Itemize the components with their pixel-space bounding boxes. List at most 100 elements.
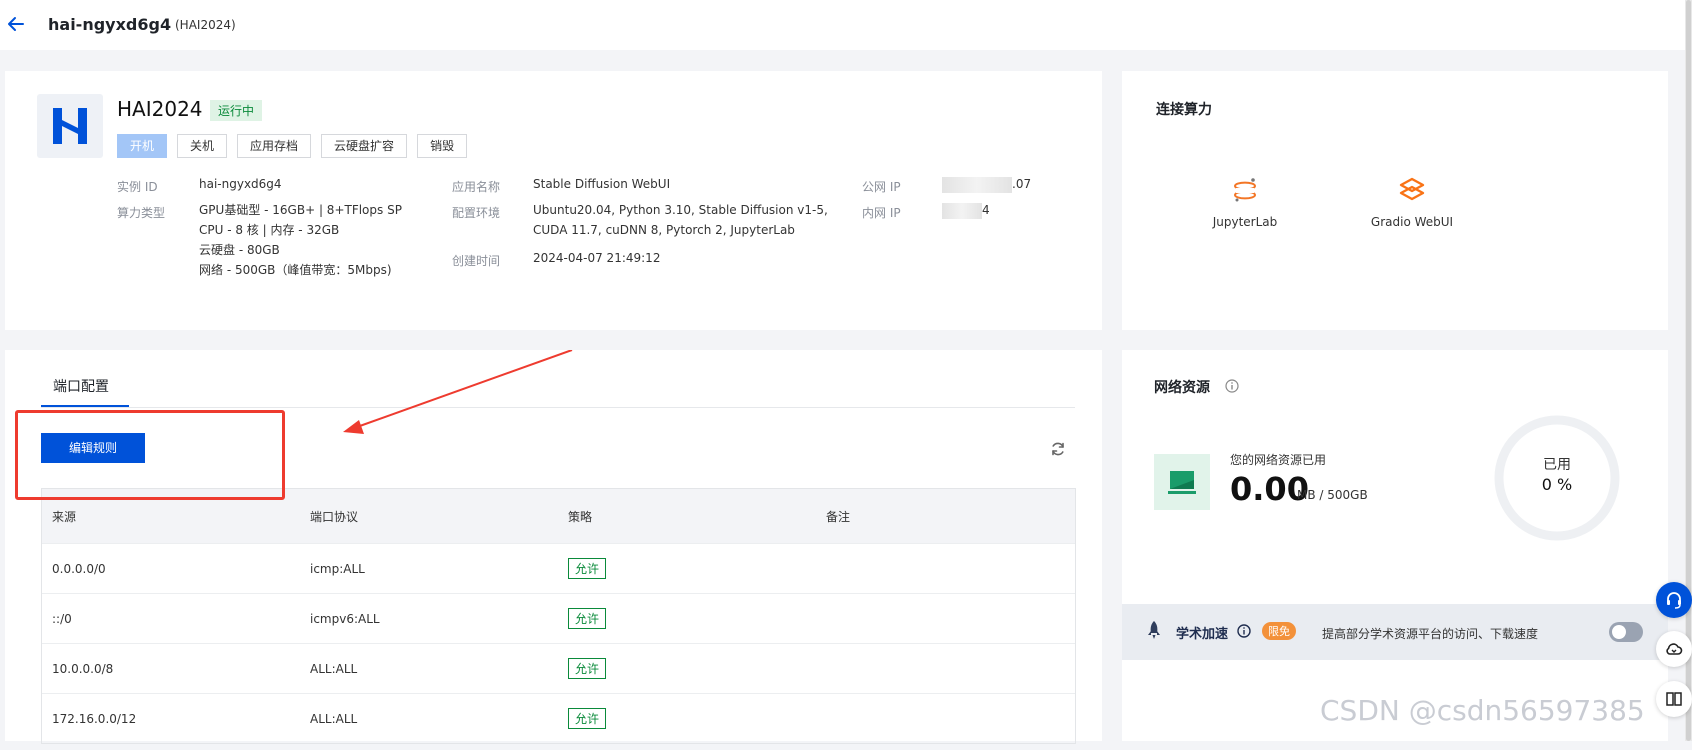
instance-id-value: hai-ngyxd6g4 — [199, 177, 282, 191]
env-line-1: Ubuntu20.04, Python 3.10, Stable Diffusi… — [533, 203, 828, 217]
row-protocol: ALL:ALL — [310, 661, 358, 676]
row-protocol: icmpv6:ALL — [310, 611, 380, 626]
compute-gpu: GPU基础型 - 16GB+ | 8+TFlops SP — [199, 203, 402, 217]
cloud-icon — [1666, 643, 1683, 655]
back-arrow-icon[interactable] — [6, 14, 26, 34]
network-title: 网络资源 — [1154, 380, 1210, 396]
env-label: 配置环境 — [452, 206, 501, 220]
env-values: Ubuntu20.04, Python 3.10, Stable Diffusi… — [533, 200, 828, 240]
private-ip-label: 内网 IP — [862, 206, 901, 220]
status-badge: 运行中 — [210, 100, 263, 121]
column-header-source: 来源 — [52, 509, 77, 524]
policy-allow-tag: 允许 — [568, 608, 607, 629]
rocket-icon — [1148, 621, 1160, 639]
toggle-knob — [1612, 625, 1626, 639]
public-ip-value: .07 — [942, 174, 1031, 194]
book-icon — [1666, 692, 1682, 706]
private-ip-tail: 4 — [982, 203, 990, 217]
app-archive-button[interactable]: 应用存档 — [237, 134, 312, 158]
power-on-button[interactable]: 开机 — [117, 134, 168, 158]
instance-logo — [37, 94, 103, 158]
instance-actions: 开机 关机 应用存档 云硬盘扩容 销毁 — [117, 134, 468, 158]
annotation-highlight-box — [15, 410, 285, 500]
feedback-button[interactable] — [1656, 681, 1692, 717]
table-row: 172.16.0.0/12 ALL:ALL 允许 — [42, 693, 1075, 743]
cloud-assistant-button[interactable] — [1656, 631, 1692, 667]
instance-id-label: 实例 ID — [117, 180, 158, 194]
gradio-webui-label: Gradio WebUI — [1370, 215, 1454, 229]
compute-type-values: GPU基础型 - 16GB+ | 8+TFlops SP CPU - 8 核 |… — [199, 200, 402, 280]
top-bar: hai-ngyxd6g4 (HAI2024) — [0, 0, 1692, 50]
jupyter-icon — [1234, 178, 1256, 202]
academic-acceleration-bar: 学术加速 限免 提高部分学术资源平台的访问、下载速度 — [1122, 604, 1668, 660]
usage-ring-value: 0 % — [1541, 475, 1573, 494]
policy-allow-tag: 允许 — [568, 658, 607, 679]
created-value: 2024-04-07 21:49:12 — [533, 251, 661, 265]
row-policy: 允许 — [558, 608, 816, 629]
row-source: ::/0 — [52, 611, 72, 626]
row-protocol: icmp:ALL — [310, 561, 365, 576]
instance-card: HAI2024 运行中 开机 关机 应用存档 云硬盘扩容 销毁 实例 ID ha… — [5, 71, 1102, 330]
connect-title: 连接算力 — [1156, 102, 1212, 118]
connect-card: 连接算力 JupyterLab Gradio WebUI — [1122, 71, 1668, 330]
destroy-button[interactable]: 销毁 — [417, 134, 468, 158]
vertical-scrollbar[interactable] — [1685, 0, 1692, 741]
policy-allow-tag: 允许 — [568, 558, 607, 579]
academic-acceleration-title: 学术加速 — [1176, 627, 1229, 642]
table-row: ::/0 icmpv6:ALL 允许 — [42, 593, 1075, 643]
headset-icon — [1667, 592, 1681, 609]
table-row: 10.0.0.0/8 ALL:ALL 允许 — [42, 643, 1075, 693]
compute-type-label: 算力类型 — [117, 206, 166, 220]
row-source: 10.0.0.0/8 — [52, 661, 114, 676]
public-ip-label: 公网 IP — [862, 180, 901, 194]
page-title: hai-ngyxd6g4 — [48, 15, 172, 34]
scrollbar-thumb[interactable] — [1686, 0, 1691, 741]
compute-disk: 云硬盘 - 80GB — [199, 243, 280, 257]
gradio-webui-entry[interactable]: Gradio WebUI — [1347, 176, 1477, 229]
refresh-icon[interactable] — [1050, 441, 1066, 457]
app-name-value: Stable Diffusion WebUI — [533, 177, 671, 191]
row-protocol: ALL:ALL — [310, 711, 358, 726]
redacted-ip-mask — [942, 202, 982, 219]
academic-acceleration-desc: 提高部分学术资源平台的访问、下载速度 — [1322, 627, 1539, 641]
row-policy: 允许 — [558, 558, 816, 579]
instance-name: HAI2024 — [117, 97, 203, 121]
column-header-protocol: 端口协议 — [310, 509, 359, 524]
jupyterlab-label: JupyterLab — [1212, 215, 1278, 229]
academic-acceleration-toggle[interactable] — [1609, 622, 1643, 642]
info-icon[interactable] — [1237, 624, 1251, 638]
row-policy: 允许 — [558, 708, 816, 729]
tab-port-config[interactable]: 端口配置 — [53, 376, 109, 396]
compute-cpu: CPU - 8 核 | 内存 - 32GB — [199, 223, 340, 237]
disk-expand-button[interactable]: 云硬盘扩容 — [321, 134, 408, 158]
tab-divider — [41, 407, 1075, 408]
network-used-label: 您的网络资源已用 — [1230, 453, 1327, 467]
page-subtitle: (HAI2024) — [175, 18, 236, 32]
policy-allow-tag: 允许 — [568, 708, 607, 729]
table-row: 0.0.0.0/0 icmp:ALL 允许 — [42, 543, 1075, 593]
power-off-button[interactable]: 关机 — [177, 134, 228, 158]
watermark: CSDN @csdn56597385 — [1320, 694, 1645, 727]
customer-service-button[interactable] — [1656, 582, 1692, 618]
row-policy: 允许 — [558, 658, 816, 679]
private-ip-value: 4 — [942, 200, 990, 220]
port-rules-table: 来源 端口协议 策略 备注 0.0.0.0/0 icmp:ALL 允许 ::/0… — [41, 488, 1076, 744]
row-source: 0.0.0.0/0 — [52, 561, 106, 576]
info-icon[interactable] — [1225, 379, 1239, 393]
created-label: 创建时间 — [452, 254, 501, 268]
column-header-note: 备注 — [826, 509, 851, 524]
compute-network: 网络 - 500GB（峰值带宽：5Mbps) — [199, 263, 392, 277]
row-source: 172.16.0.0/12 — [52, 711, 137, 726]
network-traffic-icon — [1154, 454, 1210, 510]
column-header-policy: 策略 — [568, 509, 593, 524]
jupyterlab-entry[interactable]: JupyterLab — [1190, 176, 1300, 229]
network-card: 网络资源 您的网络资源已用 0.00 MB / 500GB 已用 0 % 学术加… — [1122, 350, 1668, 741]
env-line-2: CUDA 11.7, cuDNN 8, Pytorch 2, JupyterLa… — [533, 223, 795, 237]
network-used-unit: MB / 500GB — [1297, 488, 1368, 502]
gradio-icon — [1399, 177, 1425, 201]
public-ip-tail: .07 — [1012, 177, 1032, 191]
app-name-label: 应用名称 — [452, 180, 501, 194]
usage-ring-label: 已用 — [1543, 457, 1571, 473]
redacted-ip-mask — [942, 176, 1012, 193]
free-limited-badge: 限免 — [1262, 622, 1296, 640]
